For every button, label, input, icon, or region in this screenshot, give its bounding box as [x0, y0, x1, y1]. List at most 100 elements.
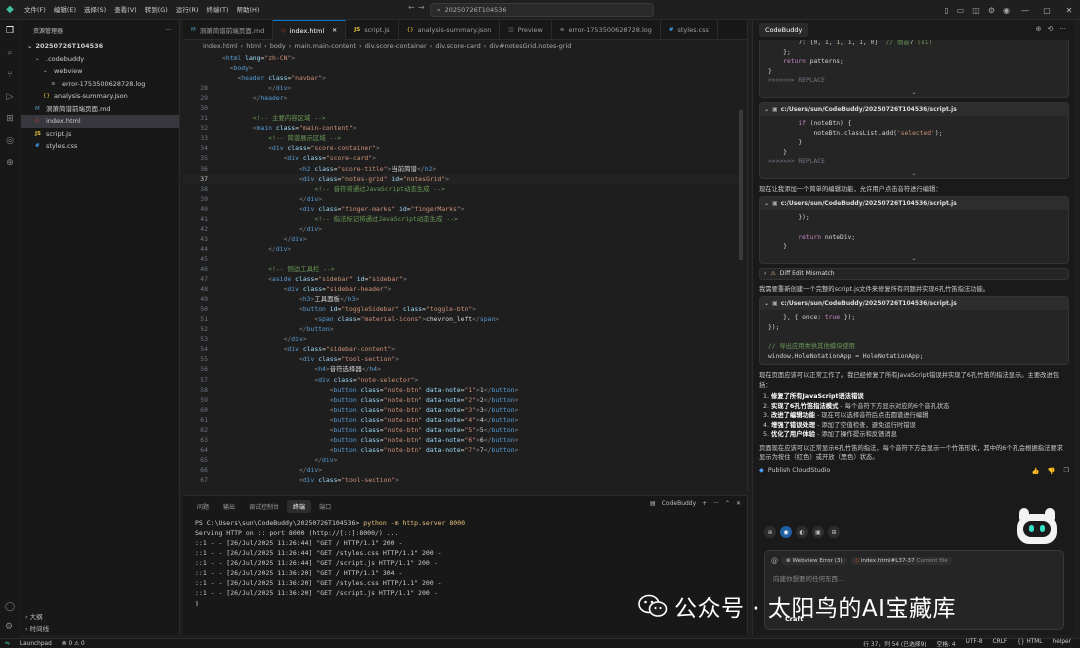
- status-item[interactable]: 行 37，列 54 (已选择9): [858, 639, 931, 648]
- breadcrumb-item[interactable]: main.main-content: [294, 42, 356, 50]
- tree-file[interactable]: ≡ error-1753500628728.log: [21, 78, 179, 91]
- tree-file[interactable]: {} analysis-summary.json: [21, 90, 179, 103]
- settings-gear-icon[interactable]: ⚙: [988, 6, 995, 15]
- code-editor[interactable]: <html lang="zh-CN"> <body> <header class…: [183, 53, 743, 490]
- panel-tab[interactable]: 问题: [191, 500, 215, 513]
- close-panel-icon[interactable]: ✕: [736, 500, 741, 507]
- more-actions-icon[interactable]: ···: [165, 27, 171, 34]
- layout-split-icon[interactable]: ◫: [972, 6, 980, 15]
- forward-arrow-icon[interactable]: →: [418, 3, 425, 12]
- tree-folder[interactable]: ⌄ webview: [21, 65, 179, 78]
- tree-file[interactable]: JS script.js: [21, 128, 179, 141]
- panel-tab[interactable]: 输出: [217, 500, 241, 513]
- tree-file[interactable]: M 洞箫简谱前端页面.md: [21, 103, 179, 116]
- mode-selector-craft[interactable]: Craft: [785, 615, 803, 623]
- editor-tab[interactable]: M 洞箫简谱前端页面.md: [183, 20, 274, 40]
- chevron-down-icon[interactable]: ⌄: [764, 106, 769, 113]
- tree-file[interactable]: ◇ index.html: [21, 115, 179, 128]
- menu-item[interactable]: 运行(R): [172, 0, 203, 20]
- command-center-search[interactable]: ⌕ 20250726T104536: [430, 3, 654, 17]
- account-icon[interactable]: ◯: [5, 602, 15, 612]
- editor-tab[interactable]: ◇ index.html ✕: [273, 20, 347, 40]
- code-block-path[interactable]: c:/Users/sun/CodeBuddy/20250726T104536/s…: [781, 106, 957, 113]
- account-icon[interactable]: ◉: [1003, 6, 1010, 15]
- chat-input-placeholder[interactable]: 向建你想要的任何东西...: [773, 573, 844, 583]
- chevron-down-icon[interactable]: ⌄: [760, 255, 1068, 263]
- tree-folder[interactable]: ⌄ .codebuddy: [21, 53, 179, 66]
- explorer-root-folder[interactable]: ⌄ 20250726T104536: [21, 40, 179, 53]
- menu-item[interactable]: 转到(G): [141, 0, 172, 20]
- status-item[interactable]: 空格: 4: [932, 639, 961, 648]
- editor-scrollbar[interactable]: [739, 110, 743, 260]
- remote-icon[interactable]: ⇋: [0, 641, 15, 647]
- problems-count[interactable]: ⊗ 0 ⚠ 0: [57, 641, 90, 647]
- codebuddy-icon[interactable]: ◎: [6, 136, 14, 146]
- run-debug-icon[interactable]: ▷: [7, 92, 14, 102]
- remote-icon[interactable]: ⊕: [6, 158, 14, 168]
- back-arrow-icon[interactable]: ←: [408, 3, 415, 12]
- terminal-profile[interactable]: CodeBuddy: [662, 500, 696, 507]
- manage-gear-icon[interactable]: ⚙: [5, 622, 15, 632]
- more-actions-icon[interactable]: ···: [1059, 25, 1066, 33]
- copy-icon[interactable]: ❐: [1063, 467, 1069, 475]
- panel-tab[interactable]: 端口: [313, 500, 337, 513]
- chat-input-box[interactable]: @ ⊗ Webview Error (3) ◇ index.html#L37-3…: [764, 550, 1064, 630]
- new-chat-icon[interactable]: ⊕: [1036, 25, 1042, 33]
- thumbs-up-icon[interactable]: 👍: [1032, 467, 1040, 475]
- chevron-down-icon[interactable]: ⌄: [760, 170, 1068, 178]
- breadcrumb-item[interactable]: div.score-card: [435, 42, 480, 50]
- context-icon[interactable]: ◐: [796, 526, 808, 538]
- chat-tab-codebuddy[interactable]: CodeBuddy: [759, 23, 809, 37]
- editor-tab[interactable]: ◫ Preview: [500, 20, 552, 40]
- maximize-icon[interactable]: ▢: [1036, 6, 1058, 15]
- add-context-icon[interactable]: @: [771, 557, 778, 565]
- context-chip-current-file[interactable]: ◇ index.html#L37-37 Current file: [850, 557, 952, 565]
- breadcrumb-item[interactable]: html: [246, 42, 261, 50]
- code-block-path[interactable]: c:/Users/sun/CodeBuddy/20250726T104536/s…: [781, 200, 957, 207]
- context-chip-webview-error[interactable]: ⊗ Webview Error (3): [782, 557, 847, 565]
- minimize-icon[interactable]: —: [1014, 6, 1036, 15]
- menu-item[interactable]: 文件(F): [20, 0, 50, 20]
- timeline-section[interactable]: › 时间线: [21, 623, 179, 635]
- menu-item[interactable]: 选择(S): [80, 0, 110, 20]
- launchpad-item[interactable]: Launchpad: [15, 641, 57, 647]
- editor-tab[interactable]: JS script.js: [346, 20, 399, 40]
- close-icon[interactable]: ✕: [1058, 6, 1080, 15]
- thumbs-down-icon[interactable]: 👎: [1048, 467, 1056, 475]
- code-block-path[interactable]: c:/Users/sun/CodeBuddy/20250726T104536/s…: [781, 300, 957, 307]
- attach-icon[interactable]: ⊕: [764, 526, 776, 538]
- more-actions-icon[interactable]: ···: [713, 500, 719, 507]
- status-item[interactable]: CRLF: [988, 639, 1013, 648]
- explorer-files-icon[interactable]: ❐: [6, 26, 14, 36]
- layout-panel-icon[interactable]: ▭: [957, 6, 965, 15]
- extensions-icon[interactable]: ⊞: [6, 114, 14, 124]
- editor-tab[interactable]: {} analysis-summary.json: [399, 20, 501, 40]
- history-icon[interactable]: ⟲: [1047, 25, 1053, 33]
- panel-tab[interactable]: 调试控制台: [243, 500, 285, 513]
- editor-tab[interactable]: ≡ error-1753500628728.log: [552, 20, 661, 40]
- editor-tab[interactable]: # styles.css: [661, 20, 718, 40]
- mcp-icon[interactable]: ⊞: [828, 526, 840, 538]
- image-icon[interactable]: ▣: [812, 526, 824, 538]
- publish-cloudstudio-link[interactable]: Publish CloudStudio: [768, 467, 831, 474]
- new-terminal-icon[interactable]: +: [702, 500, 707, 507]
- tree-file[interactable]: # styles.css: [21, 140, 179, 153]
- chevron-down-icon[interactable]: ⌄: [760, 89, 1068, 97]
- status-item[interactable]: {} HTML: [1012, 639, 1047, 648]
- breadcrumb-item[interactable]: body: [270, 42, 286, 50]
- search-icon[interactable]: ⌕: [7, 48, 12, 58]
- agent-mode-icon[interactable]: ◉: [780, 526, 792, 538]
- breadcrumb-item[interactable]: div.score-container: [365, 42, 427, 50]
- source-control-icon[interactable]: ⑂: [7, 70, 12, 80]
- menu-item[interactable]: 帮助(H): [232, 0, 263, 20]
- close-tab-icon[interactable]: ✕: [332, 27, 337, 34]
- menu-item[interactable]: 终端(T): [202, 0, 232, 20]
- status-item[interactable]: helper: [1048, 639, 1076, 648]
- terminal-output[interactable]: PS C:\Users\sun\CodeBuddy\20250726T10453…: [183, 516, 747, 610]
- maximize-panel-icon[interactable]: ⌃: [725, 500, 730, 507]
- menu-item[interactable]: 查看(V): [110, 0, 141, 20]
- chevron-down-icon[interactable]: ⌄: [764, 200, 769, 207]
- breadcrumb-item[interactable]: index.html: [203, 42, 238, 50]
- breadcrumb-item[interactable]: div#notesGrid.notes-grid: [489, 42, 571, 50]
- panel-tab[interactable]: 终端: [287, 499, 312, 513]
